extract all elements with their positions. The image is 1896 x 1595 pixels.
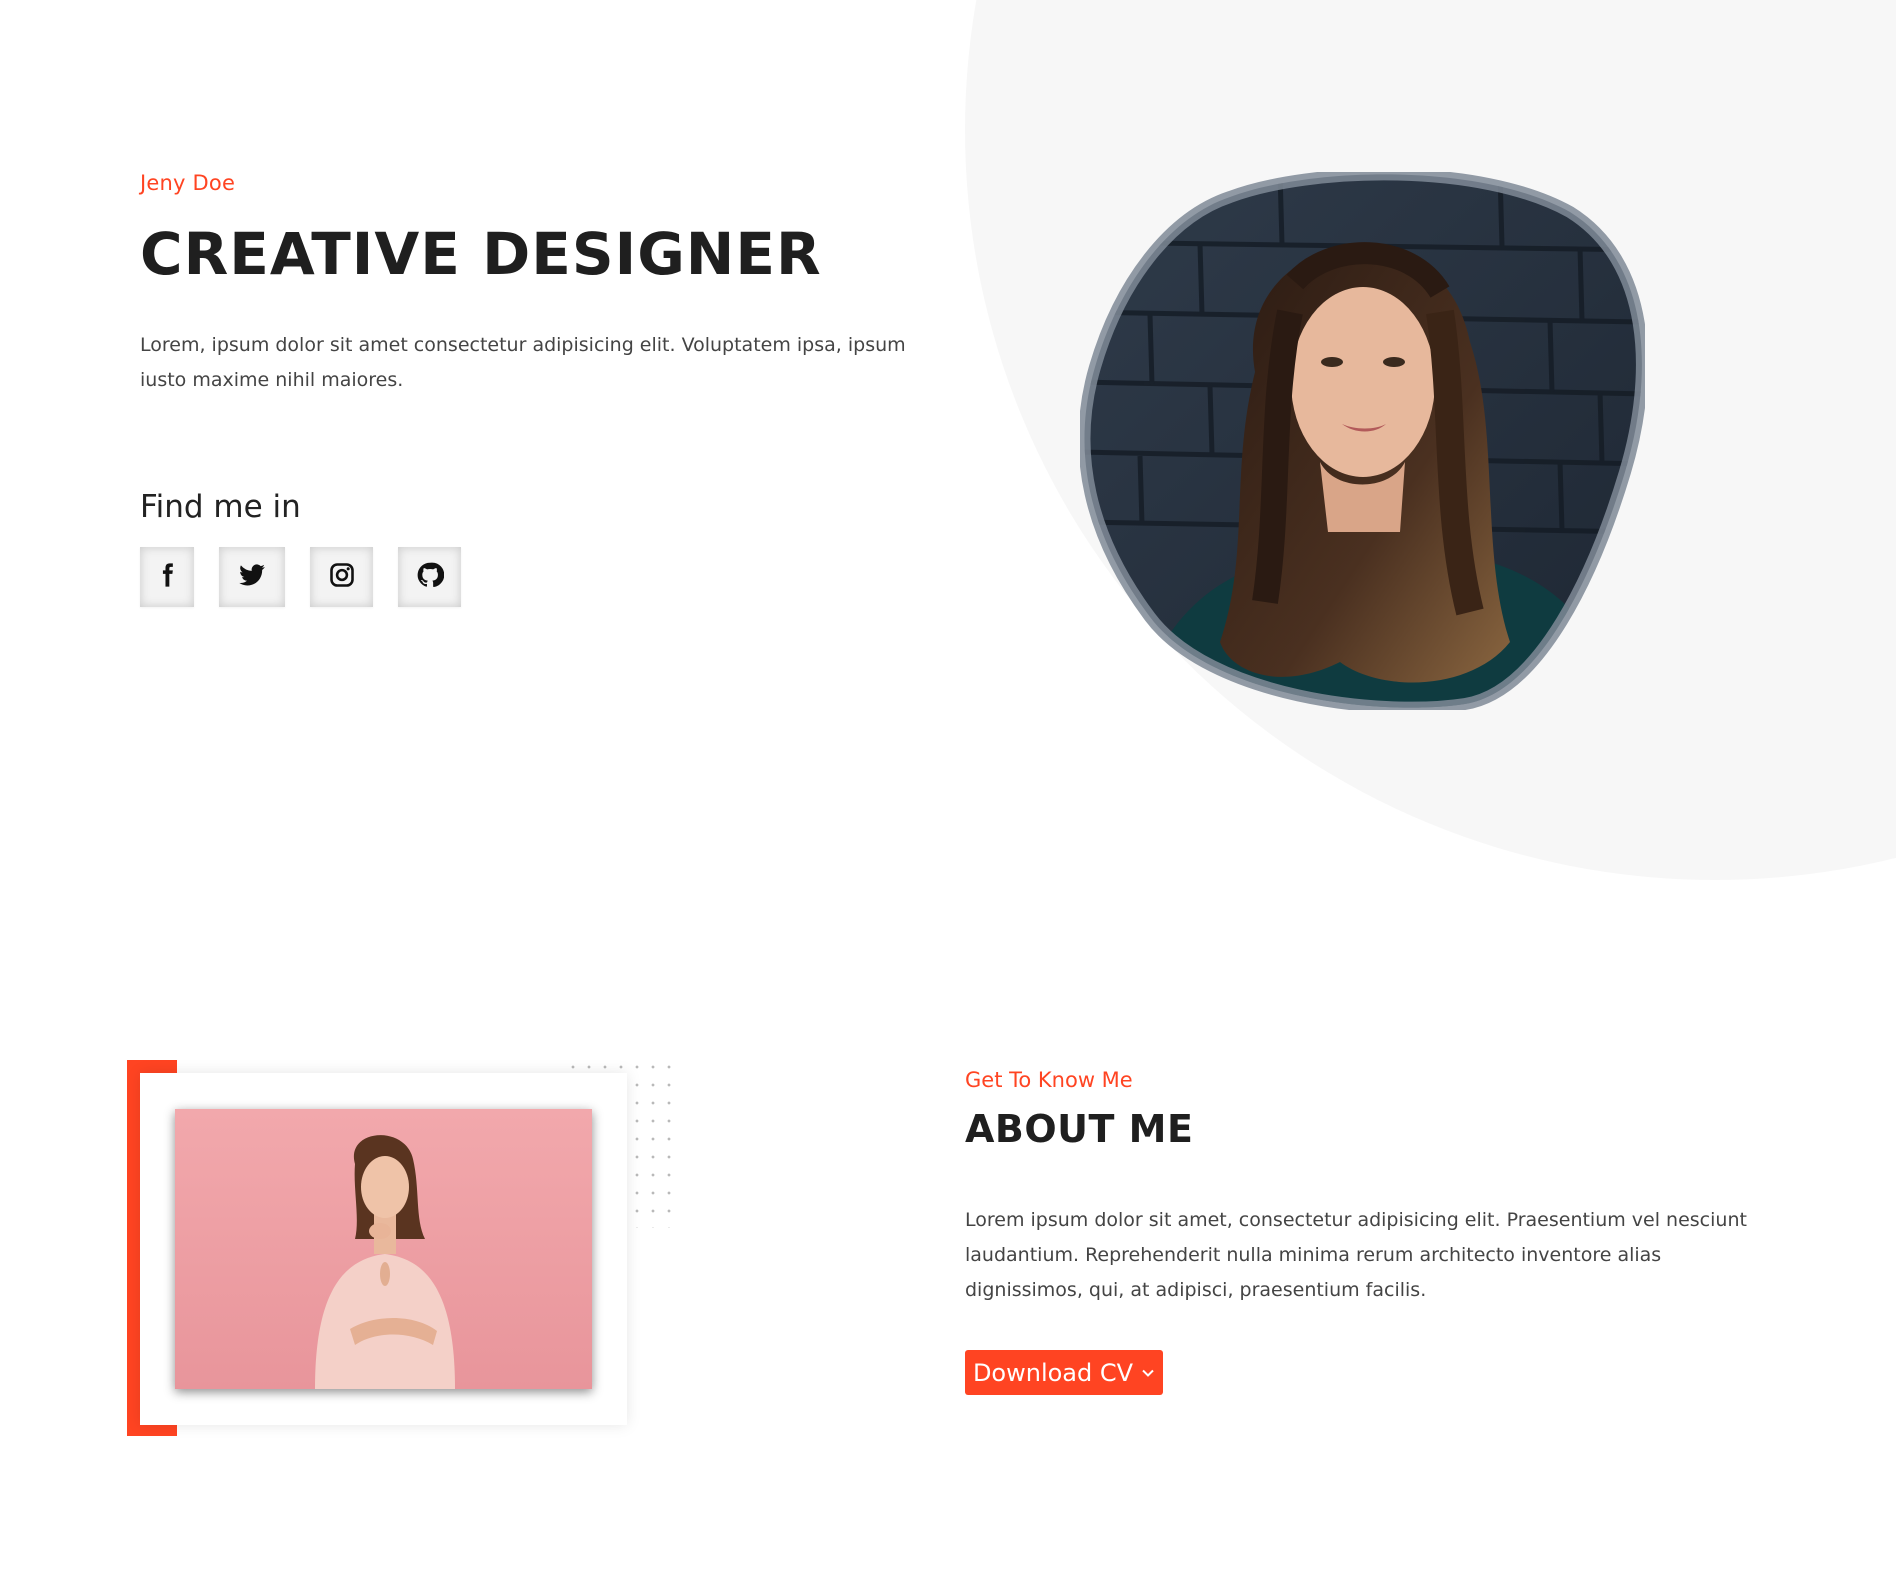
find-me-title: Find me in	[140, 489, 301, 525]
hero-title: CREATIVE DESIGNER	[140, 220, 822, 288]
hero-section: Jeny Doe CREATIVE DESIGNER Lorem, ipsum …	[0, 0, 1896, 885]
download-cv-label: Download CV	[972, 1358, 1134, 1387]
twitter-link[interactable]	[219, 547, 285, 607]
chevron-down-icon	[1141, 1366, 1155, 1380]
facebook-link[interactable]	[140, 547, 194, 607]
hero-description: Lorem, ipsum dolor sit amet consectetur …	[140, 334, 906, 391]
twitter-icon	[238, 561, 266, 594]
portfolio-page: Jeny Doe CREATIVE DESIGNER Lorem, ipsum …	[0, 0, 1896, 1595]
github-icon	[416, 561, 444, 594]
about-photo	[175, 1109, 592, 1389]
about-title: ABOUT ME	[965, 1107, 1194, 1151]
hero-name: Jeny Doe	[140, 171, 236, 195]
about-description: Lorem ipsum dolor sit amet, consectetur …	[965, 1209, 1747, 1301]
about-subtitle: Get To Know Me	[965, 1068, 1133, 1092]
about-photo-card	[140, 1073, 627, 1425]
facebook-icon	[153, 561, 181, 594]
github-link[interactable]	[398, 547, 461, 607]
download-cv-button[interactable]: Download CV	[965, 1350, 1163, 1395]
instagram-icon	[328, 561, 356, 594]
instagram-link[interactable]	[310, 547, 373, 607]
hero-portrait	[1080, 172, 1645, 710]
